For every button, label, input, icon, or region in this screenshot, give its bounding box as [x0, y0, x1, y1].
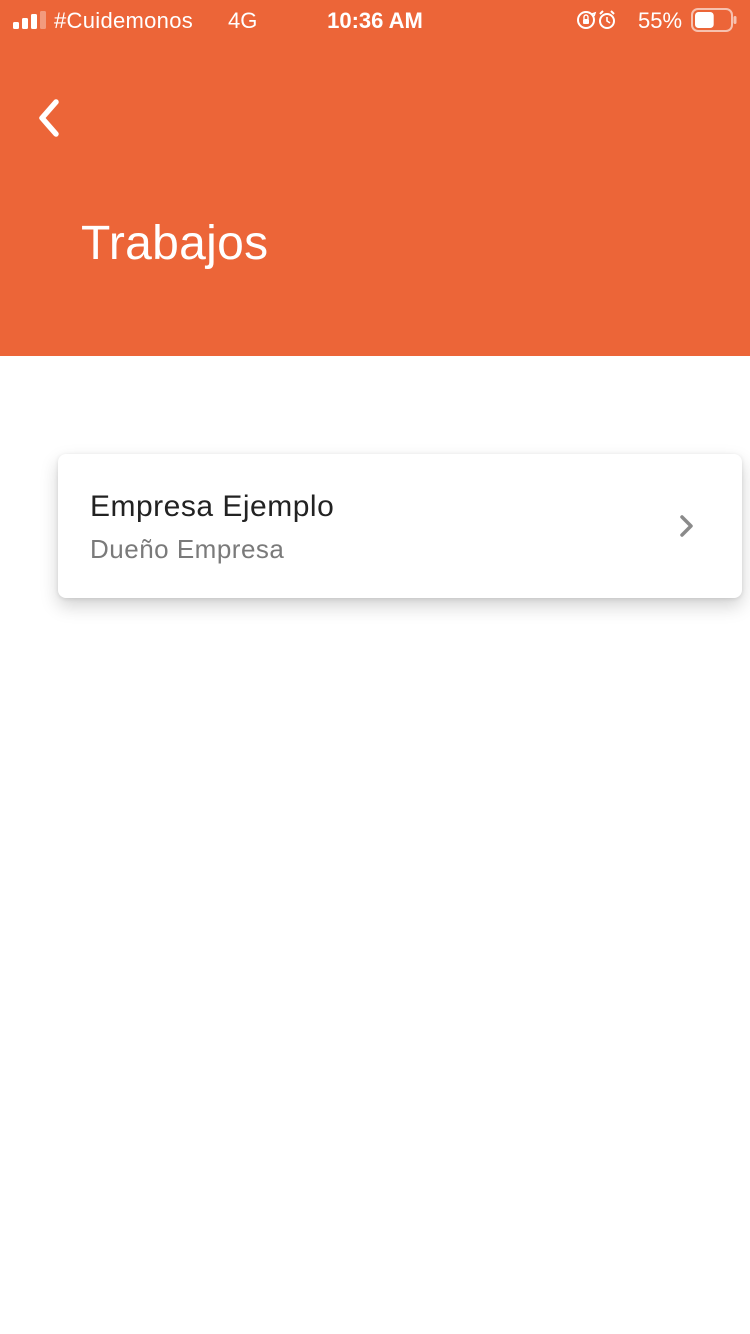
- status-icons: [577, 10, 615, 29]
- page-title: Trabajos: [81, 217, 269, 270]
- alarm-icon: [599, 10, 615, 29]
- job-company-name: Empresa Ejemplo: [90, 490, 335, 523]
- status-bar: #Cuidemonos 4G 10:36 AM 55%: [0, 0, 750, 40]
- chevron-left-icon: [39, 99, 59, 137]
- battery-icon: [691, 8, 737, 32]
- header: #Cuidemonos 4G 10:36 AM 55% Trabajos: [0, 0, 750, 356]
- job-role: Dueño Empresa: [90, 534, 285, 564]
- back-button[interactable]: [24, 88, 76, 148]
- chevron-right-icon: [680, 515, 693, 537]
- job-card[interactable]: Empresa Ejemplo Dueño Empresa: [58, 454, 742, 598]
- orientation-lock-icon: [577, 11, 597, 29]
- battery-percent: 55%: [638, 8, 683, 33]
